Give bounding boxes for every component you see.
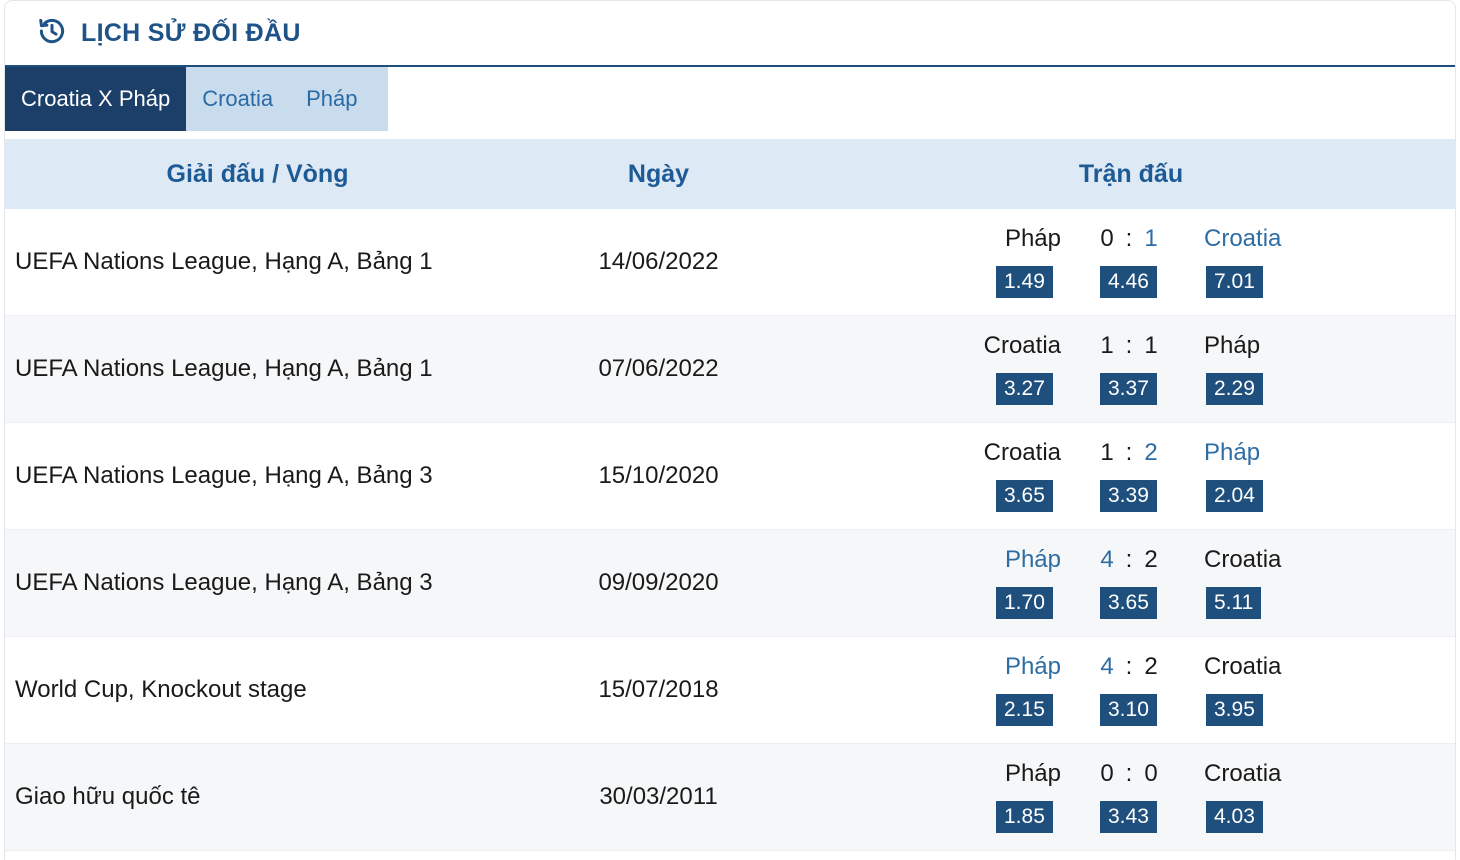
odds-away: 5.11: [1206, 587, 1262, 619]
score-separator: :: [1125, 332, 1133, 359]
home-team[interactable]: Croatia: [984, 439, 1061, 467]
table-row[interactable]: UEFA Nations League, Hạng A, Bảng 3 15/1…: [5, 423, 1455, 530]
tab-bar: Croatia X Pháp Croatia Pháp: [5, 67, 1455, 131]
odds-draw: 4.46: [1100, 266, 1157, 298]
score-separator: :: [1125, 439, 1133, 466]
score: 4 : 2: [1097, 546, 1161, 574]
score: 1 : 1: [1097, 332, 1161, 360]
match-cell: Pháp 4 : 2 Croatia 1.70 3.65 5.11: [807, 530, 1455, 636]
table-row[interactable]: World Cup, Knockout stage 15/07/2018 Phá…: [5, 637, 1455, 744]
away-score: 0: [1144, 760, 1158, 787]
tab-phap[interactable]: Pháp: [289, 67, 388, 131]
home-score: 1: [1100, 439, 1114, 466]
league-cell: Giao hữu quốc tê: [15, 783, 201, 810]
away-team[interactable]: Croatia: [1204, 225, 1281, 253]
odds-home: 2.15: [996, 694, 1053, 726]
odds-home: 1.49: [996, 266, 1053, 298]
away-team[interactable]: Croatia: [1204, 546, 1281, 574]
page-title: LỊCH SỬ ĐỐI ĐẦU: [81, 18, 301, 47]
away-team[interactable]: Pháp: [1204, 439, 1260, 467]
tab-croatia[interactable]: Croatia: [186, 67, 290, 131]
match-list: UEFA Nations League, Hạng A, Bảng 1 14/0…: [5, 209, 1455, 851]
home-team[interactable]: Croatia: [984, 332, 1061, 360]
date-cell: 15/10/2020: [598, 462, 719, 489]
home-team[interactable]: Pháp: [1005, 546, 1061, 574]
score: 0 : 0: [1097, 760, 1161, 788]
away-team[interactable]: Pháp: [1204, 332, 1260, 360]
score-separator: :: [1125, 225, 1133, 252]
league-cell: UEFA Nations League, Hạng A, Bảng 1: [15, 355, 433, 382]
away-score: 1: [1144, 332, 1158, 359]
league-cell: UEFA Nations League, Hạng A, Bảng 1: [15, 248, 433, 275]
score-separator: :: [1125, 653, 1133, 680]
date-cell: 07/06/2022: [598, 355, 719, 382]
odds-draw: 3.37: [1100, 373, 1157, 405]
odds-away: 7.01: [1206, 266, 1263, 298]
away-score: 2: [1144, 653, 1158, 680]
match-cell: Pháp 4 : 2 Croatia 2.15 3.10 3.95: [807, 637, 1455, 743]
table-row[interactable]: Giao hữu quốc tê 30/03/2011 Pháp 0 : 0 C…: [5, 744, 1455, 851]
panel-header: LỊCH SỬ ĐỐI ĐẦU: [5, 1, 1455, 67]
odds-away: 2.29: [1206, 373, 1263, 405]
odds-home: 3.27: [996, 373, 1053, 405]
home-score: 4: [1100, 653, 1114, 680]
table-header: Giải đấu / Vòng Ngày Trận đấu: [5, 139, 1455, 209]
home-score: 4: [1100, 546, 1114, 573]
table-row[interactable]: UEFA Nations League, Hạng A, Bảng 1 07/0…: [5, 316, 1455, 423]
history-icon: [37, 16, 67, 51]
odds-draw: 3.43: [1100, 801, 1157, 833]
away-score: 2: [1144, 546, 1158, 573]
score-separator: :: [1125, 760, 1133, 787]
score: 0 : 1: [1097, 225, 1161, 253]
column-header-league: Giải đấu / Vòng: [166, 159, 349, 188]
away-team[interactable]: Croatia: [1204, 760, 1281, 788]
date-cell: 30/03/2011: [599, 783, 718, 810]
column-header-date: Ngày: [627, 159, 690, 188]
home-team[interactable]: Pháp: [1005, 760, 1061, 788]
table-row[interactable]: UEFA Nations League, Hạng A, Bảng 3 09/0…: [5, 530, 1455, 637]
away-team[interactable]: Croatia: [1204, 653, 1281, 681]
home-score: 0: [1100, 760, 1114, 787]
away-score: 1: [1144, 225, 1158, 252]
head-to-head-panel: LỊCH SỬ ĐỐI ĐẦU Croatia X Pháp Croatia P…: [4, 0, 1456, 860]
home-score: 0: [1100, 225, 1114, 252]
home-team[interactable]: Pháp: [1005, 653, 1061, 681]
match-cell: Croatia 1 : 1 Pháp 3.27 3.37 2.29: [807, 316, 1455, 422]
odds-draw: 3.39: [1100, 480, 1157, 512]
match-cell: Pháp 0 : 0 Croatia 1.85 3.43 4.03: [807, 744, 1455, 850]
odds-away: 2.04: [1206, 480, 1263, 512]
odds-home: 3.65: [996, 480, 1053, 512]
odds-draw: 3.10: [1100, 694, 1157, 726]
date-cell: 15/07/2018: [598, 676, 719, 703]
odds-home: 1.85: [996, 801, 1053, 833]
league-cell: UEFA Nations League, Hạng A, Bảng 3: [15, 569, 433, 596]
column-header-match: Trận đấu: [1078, 159, 1184, 188]
date-cell: 14/06/2022: [598, 248, 719, 275]
home-score: 1: [1100, 332, 1114, 359]
away-score: 2: [1144, 439, 1158, 466]
score: 1 : 2: [1097, 439, 1161, 467]
home-team[interactable]: Pháp: [1005, 225, 1061, 253]
table-row[interactable]: UEFA Nations League, Hạng A, Bảng 1 14/0…: [5, 209, 1455, 316]
score: 4 : 2: [1097, 653, 1161, 681]
odds-away: 4.03: [1206, 801, 1263, 833]
odds-home: 1.70: [996, 587, 1053, 619]
odds-away: 3.95: [1206, 694, 1263, 726]
date-cell: 09/09/2020: [598, 569, 719, 596]
odds-draw: 3.65: [1100, 587, 1157, 619]
match-cell: Croatia 1 : 2 Pháp 3.65 3.39 2.04: [807, 423, 1455, 529]
match-cell: Pháp 0 : 1 Croatia 1.49 4.46 7.01: [807, 209, 1455, 315]
league-cell: UEFA Nations League, Hạng A, Bảng 3: [15, 462, 433, 489]
tab-croatia-x-phap[interactable]: Croatia X Pháp: [5, 67, 187, 131]
league-cell: World Cup, Knockout stage: [15, 676, 307, 703]
score-separator: :: [1125, 546, 1133, 573]
